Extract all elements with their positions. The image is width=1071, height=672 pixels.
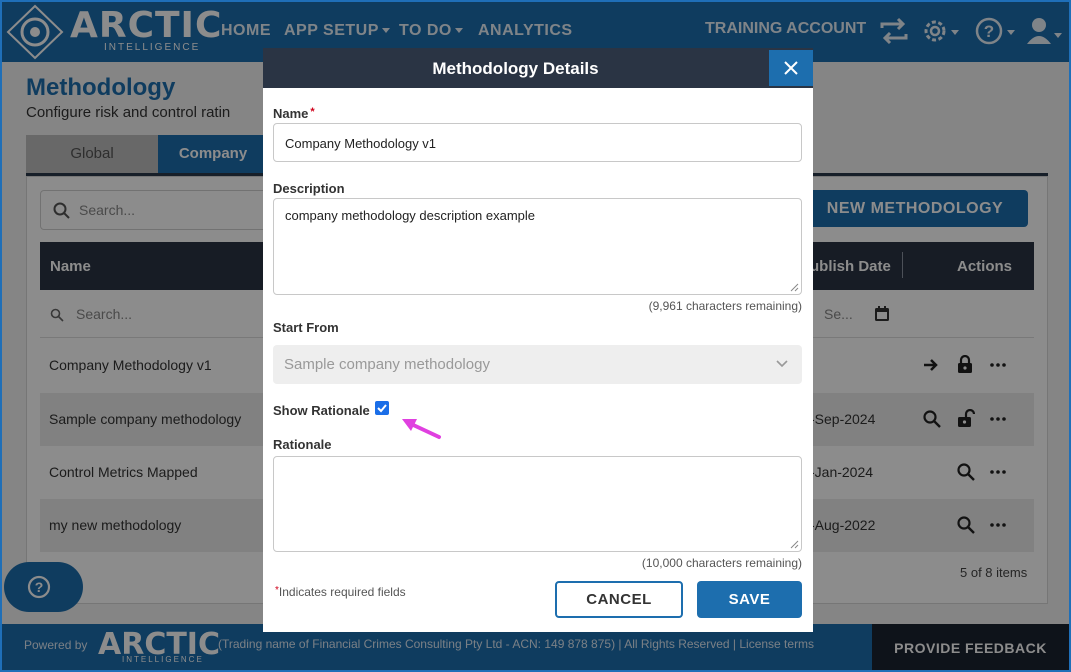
show-rationale-checkbox[interactable] [375, 401, 389, 415]
app-window: ARCTIC INTELLIGENCE HOME APP SETUP TO DO… [0, 0, 1071, 672]
chevron-down-icon [776, 360, 788, 368]
save-button[interactable]: SAVE [697, 581, 802, 618]
rationale-field[interactable] [273, 456, 802, 552]
dialog-header: Methodology Details [263, 48, 813, 88]
name-label: Name * [273, 106, 315, 121]
required-marker: * [310, 106, 315, 118]
required-fields-note: *Indicates required fields [275, 585, 406, 599]
start-from-select: Sample company methodology [273, 345, 802, 384]
show-rationale-label: Show Rationale [273, 403, 370, 418]
methodology-details-dialog: Methodology Details Name * Company Method… [263, 48, 813, 632]
description-text: company methodology description example [285, 208, 536, 223]
cancel-button[interactable]: CANCEL [555, 581, 683, 618]
description-char-count: (9,961 characters remaining) [648, 299, 802, 313]
resize-handle-icon[interactable] [790, 283, 799, 292]
dialog-title: Methodology Details [432, 59, 599, 78]
name-field[interactable]: Company Methodology v1 [273, 123, 802, 162]
close-icon [784, 61, 798, 75]
checkmark-icon [377, 404, 387, 413]
rationale-char-count: (10,000 characters remaining) [641, 556, 802, 570]
close-button[interactable] [769, 50, 813, 86]
description-field[interactable]: company methodology description example [273, 198, 802, 295]
annotation-arrow-icon [402, 419, 441, 439]
description-label: Description [273, 181, 345, 196]
start-from-value: Sample company methodology [284, 356, 490, 373]
rationale-label: Rationale [273, 437, 332, 452]
start-from-label: Start From [273, 320, 339, 335]
resize-handle-icon[interactable] [790, 540, 799, 549]
